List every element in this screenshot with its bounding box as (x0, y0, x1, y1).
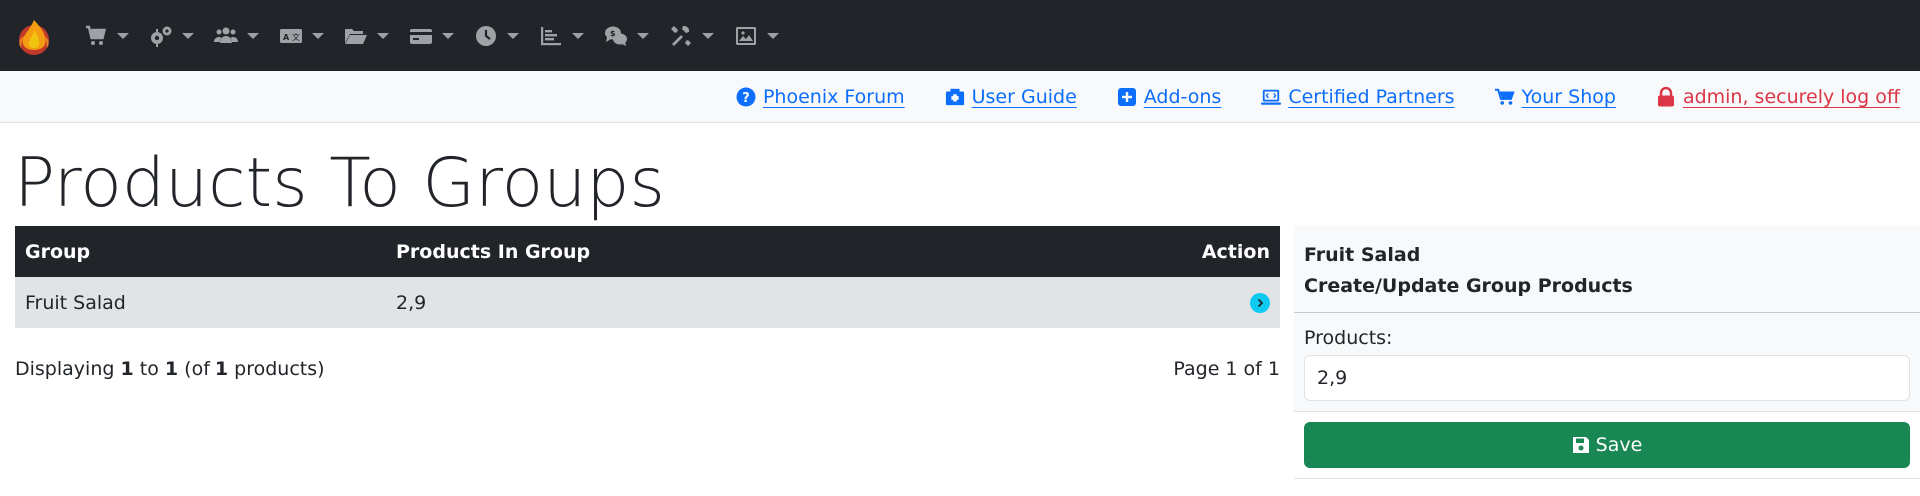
credit-card-icon (410, 28, 432, 44)
table-header-row: Group Products In Group Action (15, 226, 1280, 277)
your-shop-link[interactable]: Your Shop (1494, 85, 1616, 108)
panel-header: Fruit Salad Create/Update Group Products (1294, 226, 1920, 313)
cell-action (1019, 277, 1280, 328)
certified-partners-link[interactable]: Certified Partners (1261, 85, 1455, 108)
chevron-down-icon (312, 32, 324, 39)
groups-table: Group Products In Group Action Fruit Sal… (15, 226, 1280, 328)
groups-list-section: Group Products In Group Action Fruit Sal… (15, 226, 1280, 479)
main-content: Group Products In Group Action Fruit Sal… (0, 226, 1920, 479)
displaying-prefix: Displaying (15, 358, 115, 380)
svg-text:?: ? (742, 91, 750, 106)
secure-logoff-label: admin, securely log off (1682, 85, 1900, 108)
lock-icon (1657, 86, 1674, 106)
displaying-count: Displaying 1 to 1 (of 1 products) (15, 358, 325, 380)
chevron-down-icon (117, 32, 129, 39)
add-ons-label: Add-ons (1143, 85, 1222, 108)
chevron-down-icon (702, 32, 714, 39)
folder-open-icon (345, 28, 367, 44)
page-indicator: Page 1 of 1 (1173, 358, 1280, 380)
add-ons-link[interactable]: Add-ons (1117, 85, 1222, 108)
plus-square-icon (1117, 87, 1136, 106)
gears-icon (151, 26, 172, 47)
secure-logoff-link[interactable]: admin, securely log off (1656, 86, 1900, 108)
user-guide-link[interactable]: User Guide (945, 86, 1077, 108)
certified-partners-label: Certified Partners (1288, 85, 1455, 108)
user-guide-label: User Guide (971, 85, 1077, 108)
displaying-total: 1 (214, 358, 229, 380)
nav-customers-dropdown[interactable] (214, 16, 259, 56)
nav-config-dropdown[interactable] (149, 16, 194, 56)
displaying-to-word: to (139, 358, 159, 380)
cell-group-name: Fruit Salad (25, 291, 126, 314)
nav-marketing-dropdown[interactable]: $ (604, 16, 649, 56)
page-title: Products To Groups (14, 144, 665, 223)
nav-payment-dropdown[interactable] (409, 16, 454, 56)
nav-menu: A文 $ (84, 16, 799, 56)
nav-tools-dropdown[interactable] (669, 16, 714, 56)
panel-footer: Save (1294, 412, 1920, 479)
displaying-suffix: products) (234, 358, 325, 380)
svg-text:$: $ (610, 29, 616, 38)
cart-icon (86, 25, 107, 45)
image-icon (736, 26, 756, 45)
chevron-down-icon (442, 32, 454, 39)
nav-localization-dropdown[interactable]: A文 (279, 16, 324, 56)
save-label: Save (1595, 434, 1643, 456)
pagination-bar: Displaying 1 to 1 (of 1 products) Page 1 … (15, 358, 1280, 380)
group-edit-panel: Fruit Salad Create/Update Group Products… (1294, 226, 1920, 479)
phoenix-forum-link[interactable]: ? Phoenix Forum (736, 86, 905, 108)
chevron-down-icon (377, 32, 389, 39)
svg-text:A: A (283, 33, 290, 42)
users-icon (214, 27, 238, 43)
header-group: Group (25, 240, 91, 263)
displaying-of: (of (184, 358, 210, 380)
phoenix-flame-logo[interactable] (14, 16, 54, 56)
question-circle-icon: ? (736, 87, 756, 106)
panel-subtitle: Create/Update Group Products (1304, 275, 1633, 297)
language-icon: A文 (280, 28, 302, 43)
chevron-down-icon (572, 32, 584, 39)
nav-reports-dropdown[interactable] (539, 16, 584, 56)
chevron-down-icon (637, 32, 649, 39)
panel-title: Fruit Salad (1304, 244, 1421, 266)
save-icon (1572, 437, 1589, 453)
nav-catalog-dropdown[interactable] (344, 16, 389, 56)
hospital-user-icon (945, 88, 964, 105)
your-shop-label: Your Shop (1521, 85, 1616, 108)
chevron-down-icon (247, 32, 259, 39)
save-button[interactable]: Save (1304, 422, 1910, 468)
panel-body: Products: (1294, 313, 1920, 412)
chevron-down-icon (182, 32, 194, 39)
header-action: Action (1201, 240, 1270, 263)
top-navbar: A文 $ (0, 0, 1920, 71)
chevron-down-icon (767, 32, 779, 39)
displaying-from: 1 (120, 358, 134, 380)
phoenix-forum-label: Phoenix Forum (762, 85, 905, 108)
chart-bar-icon (541, 26, 561, 45)
products-input[interactable] (1304, 355, 1910, 401)
nav-reports-time-dropdown[interactable] (474, 16, 519, 56)
shopping-cart-icon (1494, 88, 1515, 105)
products-field-label: Products: (1304, 327, 1393, 349)
chevron-right-circle-icon[interactable] (1250, 293, 1270, 313)
nav-orders-dropdown[interactable] (84, 16, 129, 56)
cell-products: 2,9 (396, 291, 427, 314)
svg-text:文: 文 (292, 32, 300, 42)
chevron-down-icon (507, 32, 519, 39)
clock-icon (476, 25, 496, 46)
displaying-to: 1 (164, 358, 179, 380)
help-links-bar: ? Phoenix Forum User Guide Add-ons Certi… (0, 71, 1920, 123)
tools-icon (671, 25, 691, 46)
laptop-code-icon (1261, 89, 1282, 105)
header-products-in-group: Products In Group (396, 240, 591, 263)
comments-dollar-icon: $ (605, 26, 627, 46)
table-row[interactable]: Fruit Salad 2,9 (15, 277, 1280, 328)
nav-modules-dropdown[interactable] (734, 16, 779, 56)
